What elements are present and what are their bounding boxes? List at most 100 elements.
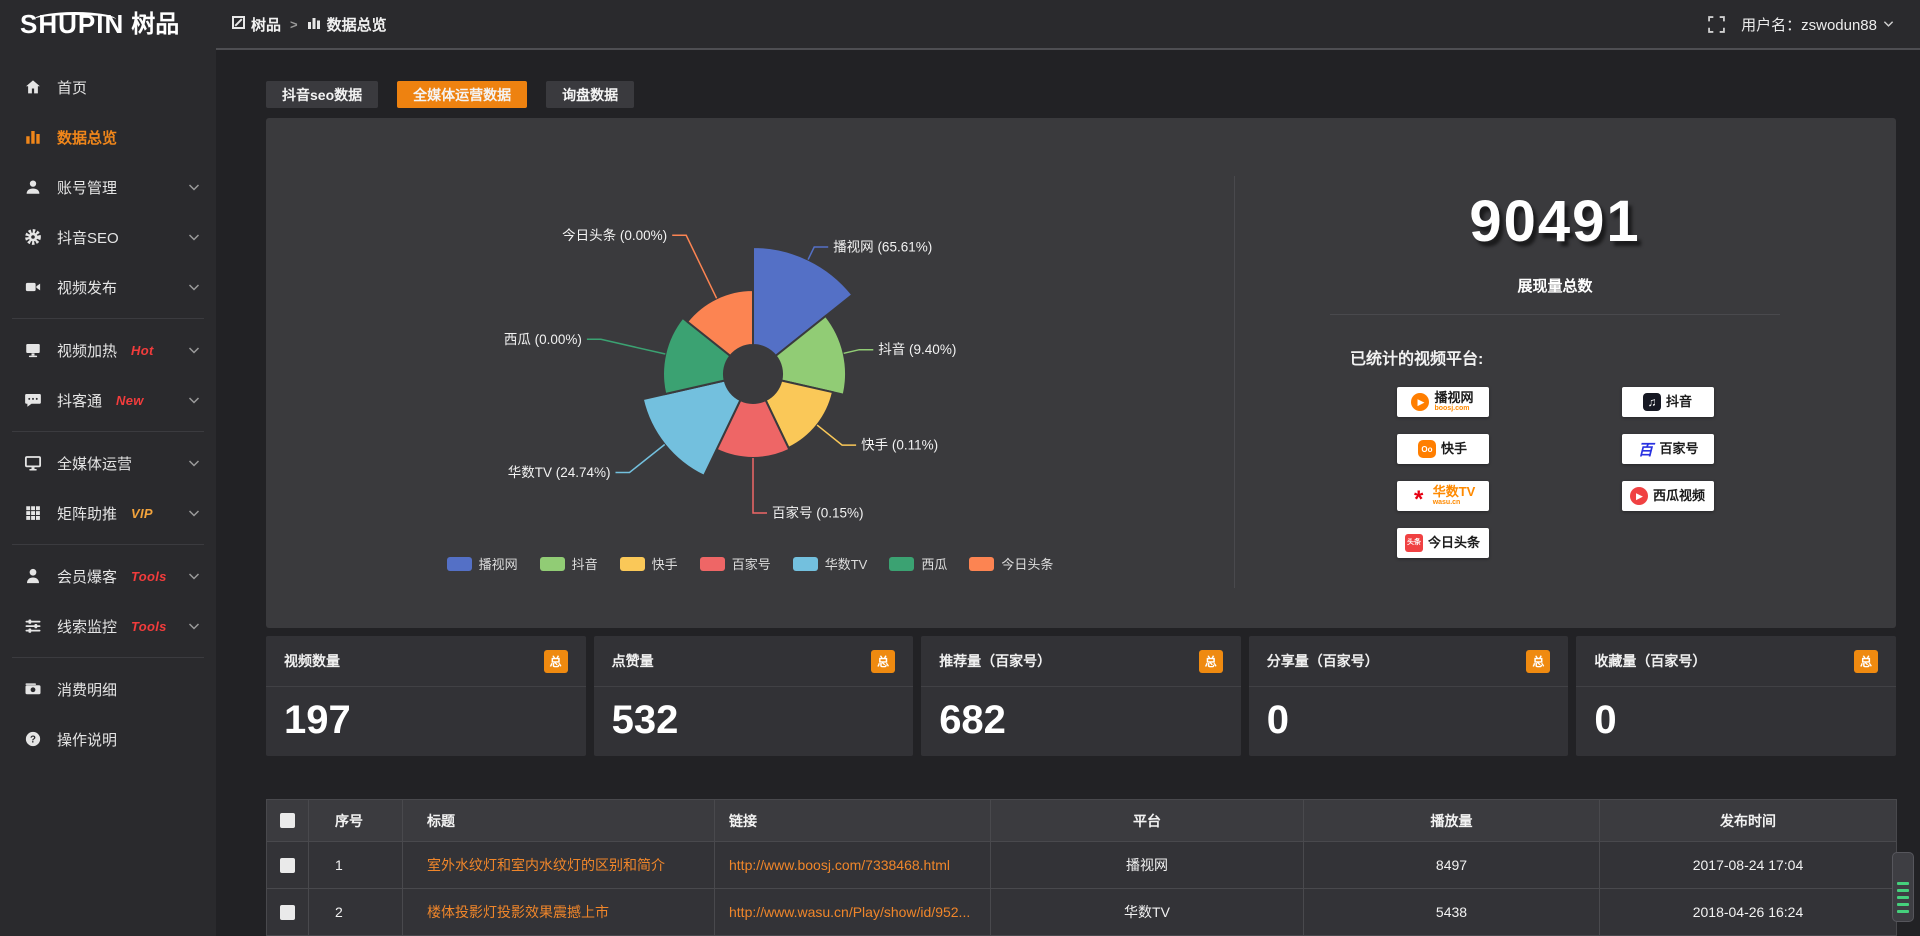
fullscreen-icon[interactable] (1708, 16, 1725, 33)
total-badge[interactable]: 总 (544, 650, 568, 673)
boosj-logo-icon: ▶ (1411, 393, 1429, 411)
platform-chip-text: 百家号 (1659, 442, 1698, 456)
legend-item-华数TV[interactable]: 华数TV (793, 554, 868, 573)
sidebar-item-label: 视频发布 (57, 277, 117, 298)
video-title-link[interactable]: 室外水纹灯和室内水纹灯的区别和简介 (403, 842, 715, 889)
legend-item-播视网[interactable]: 播视网 (447, 554, 518, 573)
breadcrumb-separator: > (290, 17, 298, 32)
green-stripe (1897, 903, 1909, 906)
sidebar-divider (12, 544, 204, 545)
chevron-down-icon (188, 572, 200, 581)
overview-panel: 播视网 (65.61%)抖音 (9.40%)快手 (0.11%)百家号 (0.1… (266, 118, 1896, 628)
heat-icon (24, 341, 44, 359)
sidebar-item-抖音SEO[interactable]: 抖音SEO (0, 212, 216, 262)
question-icon: ? (24, 730, 44, 748)
chevron-down-icon (188, 346, 200, 355)
row-published: 2017-08-24 17:04 (1600, 842, 1897, 889)
sidebar-item-线索监控[interactable]: 线索监控Tools (0, 601, 216, 651)
sidebar-item-label: 首页 (57, 77, 87, 98)
breadcrumb-root[interactable]: 树品 (232, 14, 281, 35)
sidebar-divider (12, 431, 204, 432)
table-row: 1室外水纹灯和室内水纹灯的区别和简介http://www.boosj.com/7… (267, 842, 1897, 889)
sidebar-item-操作说明[interactable]: ?操作说明 (0, 714, 216, 764)
sidebar-item-视频发布[interactable]: 视频发布 (0, 262, 216, 312)
sidebar-item-tag: Tools (131, 569, 167, 584)
video-url-link[interactable]: http://www.wasu.cn/Play/show/id/952... (715, 889, 991, 936)
breadcrumb-current-label: 数据总览 (327, 14, 387, 35)
select-all-checkbox[interactable] (280, 813, 295, 828)
tab-全媒体运营数据[interactable]: 全媒体运营数据 (397, 81, 527, 108)
legend-item-西瓜[interactable]: 西瓜 (889, 554, 947, 573)
platform-chip-播视网: ▶播视网boosj.com (1397, 387, 1489, 417)
chart-icon (24, 128, 44, 146)
sidebar-divider (12, 318, 204, 319)
sidebar-divider (12, 657, 204, 658)
legend-label: 快手 (652, 554, 678, 573)
svg-text:?: ? (30, 734, 36, 745)
stat-card-header: 视频数量总 (266, 636, 586, 687)
sidebar-item-label: 视频加热 (57, 340, 117, 361)
breadcrumb-current[interactable]: 数据总览 (307, 14, 387, 35)
tab-抖音seo数据[interactable]: 抖音seo数据 (266, 81, 378, 108)
legend-swatch (969, 557, 994, 571)
app-logo[interactable]: SHUPIN 树品 (0, 11, 216, 37)
user-menu[interactable]: 用户名：zswodun88 (1741, 14, 1894, 35)
sidebar-item-矩阵助推[interactable]: 矩阵助推VIP (0, 488, 216, 538)
total-badge[interactable]: 总 (1526, 650, 1550, 673)
sidebar-item-全媒体运营[interactable]: 全媒体运营 (0, 438, 216, 488)
row-checkbox[interactable] (280, 858, 295, 873)
video-icon (24, 278, 44, 296)
legend-item-抖音[interactable]: 抖音 (540, 554, 598, 573)
legend-item-百家号[interactable]: 百家号 (700, 554, 771, 573)
total-badge[interactable]: 总 (1854, 650, 1878, 673)
sidebar-item-tag: VIP (131, 506, 153, 521)
sidebar-item-数据总览[interactable]: 数据总览 (0, 112, 216, 162)
column-header-平台: 平台 (991, 800, 1304, 842)
sidebar-item-视频加热[interactable]: 视频加热 Hot (0, 325, 216, 375)
video-url-link[interactable]: http://www.boosj.com/7338468.html (715, 842, 991, 889)
sidebar-item-label: 线索监控 (57, 616, 117, 637)
sidebar-item-tag: New (116, 393, 144, 408)
pie-label-今日头条: 今日头条 (0.00%) (562, 227, 667, 243)
sidebar-item-label: 消费明细 (57, 679, 117, 700)
platform-chip-text: 快手 (1441, 442, 1467, 456)
sidebar-menu: 首页数据总览账号管理抖音SEO 视频发布视频加热 Hot 抖客通 New 全媒体运营矩阵助… (0, 48, 216, 936)
stat-card-value: 532 (594, 687, 914, 743)
tab-询盘数据[interactable]: 询盘数据 (546, 81, 634, 108)
chevron-down-icon (188, 509, 200, 518)
total-impressions-value: 90491 (1330, 188, 1780, 255)
platforms-heading: 已统计的视频平台: (1350, 345, 1780, 369)
stat-card-value: 0 (1576, 687, 1896, 743)
sidebar-item-label: 抖客通 (57, 390, 102, 411)
legend-item-今日头条[interactable]: 今日头条 (969, 554, 1053, 573)
legend-swatch (540, 557, 565, 571)
total-badge[interactable]: 总 (871, 650, 895, 673)
sidebar-item-抖客通[interactable]: 抖客通 New (0, 375, 216, 425)
sidebar-item-tag: Hot (131, 343, 154, 358)
row-published: 2018-04-26 16:24 (1600, 889, 1897, 936)
sidebar-item-账号管理[interactable]: 账号管理 (0, 162, 216, 212)
stat-card-header: 分享量（百家号）总 (1249, 636, 1569, 687)
platform-name: 播视网 (1434, 391, 1473, 405)
breadcrumb: 树品 > 数据总览 (232, 14, 387, 35)
sidebar-item-label: 抖音SEO (57, 227, 119, 248)
stat-card-header: 收藏量（百家号）总 (1576, 636, 1896, 687)
baijiahao-logo-icon: 百 (1636, 440, 1654, 458)
chevron-down-icon (188, 283, 200, 292)
sidebar-item-会员爆客[interactable]: 会员爆客Tools (0, 551, 216, 601)
logo-text-cn: 树品 (131, 13, 179, 37)
videos-table: 序号标题链接平台播放量发布时间1室外水纹灯和室内水纹灯的区别和简介http://… (266, 799, 1897, 936)
platform-chip-column: ▶播视网boosj.comOo快手*华数TVwasu.cn头条今日头条 (1330, 387, 1555, 558)
total-badge[interactable]: 总 (1199, 650, 1223, 673)
legend-item-快手[interactable]: 快手 (620, 554, 678, 573)
row-platform: 播视网 (991, 842, 1304, 889)
column-header-链接: 链接 (715, 800, 991, 842)
pie-slice-华数TV[interactable] (643, 381, 741, 476)
row-checkbox[interactable] (280, 905, 295, 920)
platform-name: 华数TV (1433, 485, 1476, 499)
floating-widget[interactable] (1892, 852, 1914, 922)
sidebar-item-首页[interactable]: 首页 (0, 62, 216, 112)
video-title-link[interactable]: 楼体投影灯投影效果震撼上市 (403, 889, 715, 936)
platform-chip-快手: Oo快手 (1397, 434, 1489, 464)
sidebar-item-消费明细[interactable]: 消费明细 (0, 664, 216, 714)
